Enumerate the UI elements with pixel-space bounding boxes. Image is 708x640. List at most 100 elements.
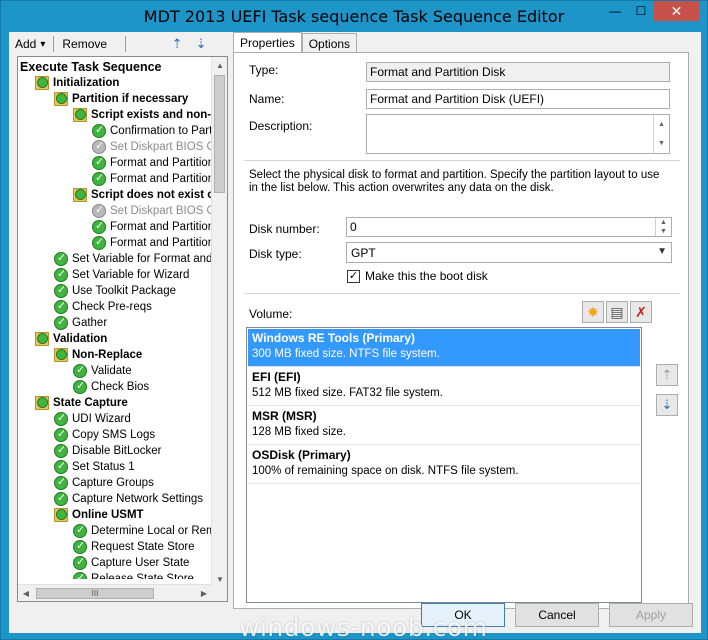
spin-down-icon[interactable]: ▼ — [656, 227, 671, 236]
remove-button[interactable]: Remove — [56, 34, 113, 54]
tree-node[interactable]: Confirmation to Partition — [92, 123, 212, 139]
tree-node[interactable]: Capture Groups — [54, 475, 154, 491]
tree-node-label: Set Variable for Wizard — [72, 269, 190, 281]
tree-node-label: Set Diskpart BIOS Com — [110, 205, 212, 217]
title-bar[interactable]: MDT 2013 UEFI Task sequence Task Sequenc… — [1, 1, 707, 31]
tree-node[interactable]: Capture Network Settings — [54, 491, 203, 507]
scroll-up-icon[interactable]: ▲ — [212, 57, 227, 73]
tree-node[interactable]: Format and Partition Dis — [92, 219, 212, 235]
disk-number-spin[interactable]: ▲ ▼ — [655, 218, 671, 236]
tree-node-label: Partition if necessary — [72, 93, 189, 105]
boot-disk-checkbox[interactable]: ✓ Make this the boot disk — [347, 269, 488, 283]
tree-node-label: Copy SMS Logs — [72, 429, 156, 441]
group-folder-icon — [54, 508, 68, 522]
tree-node[interactable]: State Capture — [35, 395, 128, 411]
volume-properties-button[interactable]: ▤ — [606, 301, 628, 323]
task-sequence-tree[interactable]: Execute Task Sequence Initialization Parti… — [17, 56, 228, 602]
disk-type-label: Disk type: — [249, 247, 302, 261]
tab-properties[interactable]: Properties — [233, 32, 302, 53]
tree-node-label: Set Variable for Format and Par — [72, 253, 212, 265]
tree-node[interactable]: Request State Store — [73, 539, 195, 555]
apply-button[interactable]: Apply — [609, 603, 693, 627]
scroll-left-icon[interactable]: ◀ — [18, 585, 34, 601]
tree-node[interactable]: Set Variable for Format and Par — [54, 251, 212, 267]
tree-node-label: Set Status 1 — [72, 461, 135, 473]
maximize-button[interactable]: ☐ — [628, 1, 654, 21]
close-button[interactable]: ✕ — [654, 1, 699, 21]
tree-node[interactable]: Release State Store — [73, 571, 194, 579]
tree-node[interactable]: Script exists and non-N — [73, 107, 212, 123]
move-down-icon[interactable]: ⇣ — [192, 36, 210, 52]
tree-node[interactable]: Format and Partition Dis — [92, 235, 212, 251]
move-up-icon[interactable]: ⇡ — [168, 36, 186, 52]
success-check-icon — [54, 411, 68, 426]
scroll-thumb[interactable] — [214, 75, 225, 193]
scroll-up-icon[interactable]: ▲ — [654, 115, 669, 134]
volume-label: Volume: — [249, 307, 293, 321]
tree-node[interactable]: Disable BitLocker — [54, 443, 161, 459]
add-label: Add — [15, 37, 37, 51]
tree-node[interactable]: Check Bios — [73, 379, 149, 395]
volume-info: 300 MB fixed size. NTFS file system. — [252, 348, 440, 360]
list-item[interactable]: Windows RE Tools (Primary) 300 MB fixed … — [248, 329, 640, 367]
volume-name: MSR (MSR) — [252, 409, 317, 423]
tree-node-label: Online USMT — [72, 509, 144, 521]
tree-horizontal-scrollbar[interactable]: ◀ III ▶ — [18, 584, 212, 601]
tree-node[interactable]: Capture User State — [73, 555, 189, 571]
tree-node[interactable]: Online USMT — [54, 507, 144, 523]
instructions-text: Select the physical disk to format and p… — [249, 169, 660, 194]
name-input[interactable]: Format and Partition Disk (UEFI) — [366, 89, 670, 109]
list-item[interactable]: EFI (EFI) 512 MB fixed size. FAT32 file … — [248, 368, 640, 406]
tree-node[interactable]: Script does not exist or — [73, 187, 212, 203]
tree-node[interactable]: Partition if necessary — [54, 91, 188, 107]
tree-node-label: Request State Store — [91, 541, 195, 553]
tree-node-label: Validation — [53, 333, 108, 345]
delete-volume-button[interactable]: ✗ — [630, 301, 652, 323]
tree-node[interactable]: Non-Replace — [54, 347, 142, 363]
tree-node[interactable]: Check Pre-reqs — [54, 299, 152, 315]
tree-node[interactable]: UDI Wizard — [54, 411, 131, 427]
move-volume-up-button[interactable]: ⇡ — [656, 364, 678, 386]
tree-node-label: Determine Local or Remote — [91, 525, 212, 537]
scroll-right-icon[interactable]: ▶ — [196, 585, 212, 601]
tree-node[interactable]: Format and Partition Dis — [92, 171, 212, 187]
tree-node[interactable]: Set Status 1 — [54, 459, 135, 475]
tree-node-label: Gather — [72, 317, 108, 329]
volume-name: Windows RE Tools (Primary) — [252, 331, 416, 345]
list-item[interactable]: OSDisk (Primary) 100% of remaining space… — [248, 446, 640, 484]
new-volume-button[interactable]: ✸ — [582, 301, 604, 323]
tree-node[interactable]: Determine Local or Remote — [73, 523, 212, 539]
tree-vertical-scrollbar[interactable]: ▲ ▼ — [211, 57, 227, 587]
hscroll-thumb[interactable]: III — [36, 588, 154, 599]
disk-type-select[interactable]: GPT ▼ — [346, 242, 672, 263]
tree-node[interactable]: Gather — [54, 315, 107, 331]
add-menu-button[interactable]: Add ▾ — [9, 34, 51, 54]
tab-options[interactable]: Options — [301, 33, 358, 53]
move-down-icon: ⇣ — [661, 397, 673, 412]
disk-number-stepper[interactable]: 0 ▲ ▼ — [346, 217, 672, 237]
description-textarea[interactable]: ▲ ▼ — [366, 114, 670, 154]
group-folder-icon — [54, 92, 68, 106]
tree-node-label: Check Bios — [91, 381, 150, 393]
tree-node[interactable]: Set Variable for Wizard — [54, 267, 189, 283]
tree-node[interactable]: Initialization — [35, 75, 119, 91]
tree-node[interactable]: Copy SMS Logs — [54, 427, 155, 443]
spin-up-icon[interactable]: ▲ — [656, 218, 671, 227]
volume-list[interactable]: Windows RE Tools (Primary) 300 MB fixed … — [246, 327, 642, 603]
tree-node-label: Format and Partition Dis — [110, 221, 212, 233]
tree-node[interactable]: Validation — [35, 331, 107, 347]
minimize-button[interactable]: — — [602, 1, 628, 21]
volume-info: 100% of remaining space on disk. NTFS fi… — [252, 465, 519, 477]
tree-node[interactable]: Execute Task Sequence — [20, 59, 162, 75]
list-item[interactable]: MSR (MSR) 128 MB fixed size. — [248, 407, 640, 445]
tree-node[interactable]: Format and Partition Dis — [92, 155, 212, 171]
description-scrollbar[interactable]: ▲ ▼ — [653, 115, 669, 153]
move-volume-down-button[interactable]: ⇣ — [656, 394, 678, 416]
tree-node[interactable]: Validate — [73, 363, 132, 379]
scroll-down-icon[interactable]: ▼ — [654, 134, 669, 153]
tree-node[interactable]: Set Diskpart BIOS Com — [92, 203, 212, 219]
tree-node[interactable]: Set Diskpart BIOS Com — [92, 139, 212, 155]
tree-node[interactable]: Use Toolkit Package — [54, 283, 176, 299]
delete-icon: ✗ — [635, 303, 647, 320]
cancel-button[interactable]: Cancel — [515, 603, 599, 627]
